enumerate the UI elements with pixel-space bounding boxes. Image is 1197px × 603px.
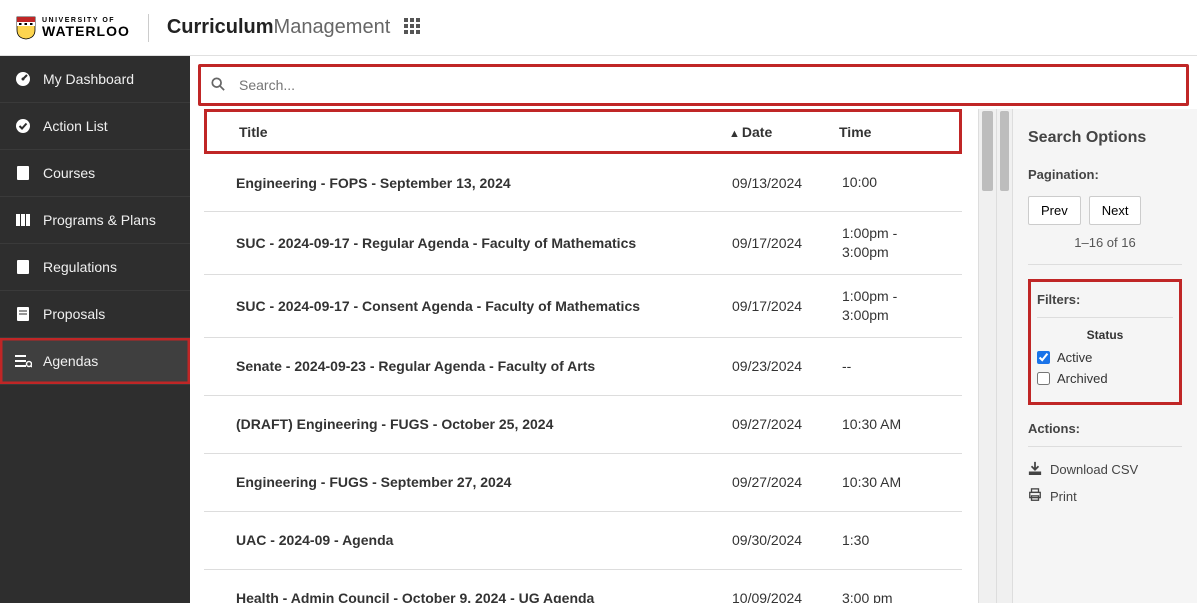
books-icon (14, 212, 32, 228)
table-row[interactable]: Engineering - FOPS - September 13, 20240… (204, 154, 962, 212)
row-time: 1:00pm - 3:00pm (842, 224, 942, 262)
filter-active-checkbox[interactable] (1037, 351, 1050, 364)
row-date: 09/17/2024 (732, 235, 842, 251)
column-header-date[interactable]: ▲Date (729, 124, 839, 140)
book-icon (14, 259, 32, 275)
table-row[interactable]: Health - Admin Council - October 9, 2024… (204, 570, 962, 603)
sidebar-item-regulations[interactable]: Regulations (0, 244, 190, 291)
search-bar (198, 64, 1189, 106)
main-content: Title ▲Date Time Engineering - FOPS - Se… (190, 56, 1197, 603)
sidebar: My Dashboard Action List Courses Programs &… (0, 56, 190, 603)
table-row[interactable]: Engineering - FUGS - September 27, 20240… (204, 454, 962, 512)
pagination-label: Pagination: (1028, 167, 1182, 182)
row-time: 10:30 AM (842, 473, 942, 492)
sidebar-item-my-dashboard[interactable]: My Dashboard (0, 56, 190, 103)
sidebar-item-label: Courses (43, 165, 95, 181)
sidebar-item-label: Agendas (43, 353, 98, 369)
row-time: 1:00pm - 3:00pm (842, 287, 942, 325)
sidebar-item-agendas[interactable]: Agendas (0, 338, 190, 385)
table-row[interactable]: Senate - 2024-09-23 - Regular Agenda - F… (204, 338, 962, 396)
sidebar-item-label: Programs & Plans (43, 212, 156, 228)
row-time: 3:00 pm (842, 589, 942, 603)
row-date: 10/09/2024 (732, 590, 842, 603)
sidebar-item-label: Proposals (43, 306, 105, 322)
row-title: SUC - 2024-09-17 - Regular Agenda - Facu… (236, 235, 732, 251)
download-icon (1028, 461, 1042, 478)
row-time: 10:30 AM (842, 415, 942, 434)
app-title: CurriculumManagement (167, 16, 390, 39)
scrollbar-thumb[interactable] (1000, 111, 1009, 191)
waterloo-shield-icon (16, 16, 36, 40)
row-time: 10:00 (842, 173, 942, 192)
table-scrollbar[interactable] (978, 109, 996, 603)
sidebar-item-programs-plans[interactable]: Programs & Plans (0, 197, 190, 244)
table-header-row: Title ▲Date Time (204, 109, 962, 154)
table-row[interactable]: SUC - 2024-09-17 - Consent Agenda - Facu… (204, 275, 962, 338)
row-title: UAC - 2024-09 - Agenda (236, 532, 732, 548)
filter-active-row[interactable]: Active (1037, 350, 1173, 365)
list-icon (14, 354, 32, 368)
agenda-table: Title ▲Date Time Engineering - FOPS - Se… (190, 109, 978, 603)
apps-grid-icon[interactable] (404, 18, 420, 37)
top-bar: UNIVERSITY OF WATERLOO CurriculumManagem… (0, 0, 1197, 56)
row-date: 09/13/2024 (732, 175, 842, 191)
download-csv-action[interactable]: Download CSV (1028, 461, 1182, 478)
search-icon (211, 77, 225, 94)
sidebar-item-label: Action List (43, 118, 108, 134)
filter-active-label: Active (1057, 350, 1092, 365)
filter-archived-row[interactable]: Archived (1037, 371, 1173, 386)
column-header-time[interactable]: Time (839, 124, 939, 140)
filters-label: Filters: (1037, 292, 1173, 307)
filter-archived-checkbox[interactable] (1037, 372, 1050, 385)
row-title: Engineering - FOPS - September 13, 2024 (236, 175, 732, 191)
row-time: -- (842, 357, 942, 376)
university-logo[interactable]: UNIVERSITY OF WATERLOO (16, 16, 130, 40)
search-options-title: Search Options (1028, 129, 1182, 147)
university-label-line2: WATERLOO (42, 24, 130, 38)
separator (1037, 317, 1173, 318)
row-date: 09/27/2024 (732, 474, 842, 490)
separator (1028, 264, 1182, 265)
search-input[interactable] (235, 73, 1176, 97)
row-date: 09/23/2024 (732, 358, 842, 374)
sidebar-item-courses[interactable]: Courses (0, 150, 190, 197)
row-title: SUC - 2024-09-17 - Consent Agenda - Facu… (236, 298, 732, 314)
print-action[interactable]: Print (1028, 488, 1182, 505)
row-date: 09/30/2024 (732, 532, 842, 548)
right-panel: Search Options Pagination: Prev Next 1–1… (1012, 109, 1197, 603)
doc-icon (14, 306, 32, 322)
rightpanel-scrollbar[interactable] (996, 109, 1012, 603)
sidebar-item-label: My Dashboard (43, 71, 134, 87)
table-row[interactable]: (DRAFT) Engineering - FUGS - October 25,… (204, 396, 962, 454)
pagination-range: 1–16 of 16 (1028, 235, 1182, 250)
prev-button[interactable]: Prev (1028, 196, 1081, 225)
sidebar-item-proposals[interactable]: Proposals (0, 291, 190, 338)
table-row[interactable]: SUC - 2024-09-17 - Regular Agenda - Facu… (204, 212, 962, 275)
row-title: (DRAFT) Engineering - FUGS - October 25,… (236, 416, 732, 432)
book-icon (14, 165, 32, 181)
row-time: 1:30 (842, 531, 942, 550)
check-icon (14, 118, 32, 134)
filter-archived-label: Archived (1057, 371, 1108, 386)
row-title: Health - Admin Council - October 9, 2024… (236, 590, 732, 603)
filter-group-status: Status (1037, 328, 1173, 342)
actions-label: Actions: (1028, 421, 1182, 436)
row-title: Senate - 2024-09-23 - Regular Agenda - F… (236, 358, 732, 374)
sidebar-item-label: Regulations (43, 259, 117, 275)
print-icon (1028, 488, 1042, 505)
separator (148, 14, 149, 42)
dashboard-icon (14, 71, 32, 87)
filters-box: Filters: Status Active Archived (1028, 279, 1182, 405)
separator (1028, 446, 1182, 447)
sort-asc-icon: ▲ (729, 128, 740, 140)
row-title: Engineering - FUGS - September 27, 2024 (236, 474, 732, 490)
next-button[interactable]: Next (1089, 196, 1142, 225)
column-header-title[interactable]: Title (239, 124, 729, 140)
sidebar-item-action-list[interactable]: Action List (0, 103, 190, 150)
table-row[interactable]: UAC - 2024-09 - Agenda09/30/20241:30 (204, 512, 962, 570)
row-date: 09/27/2024 (732, 416, 842, 432)
row-date: 09/17/2024 (732, 298, 842, 314)
scrollbar-thumb[interactable] (982, 111, 993, 191)
